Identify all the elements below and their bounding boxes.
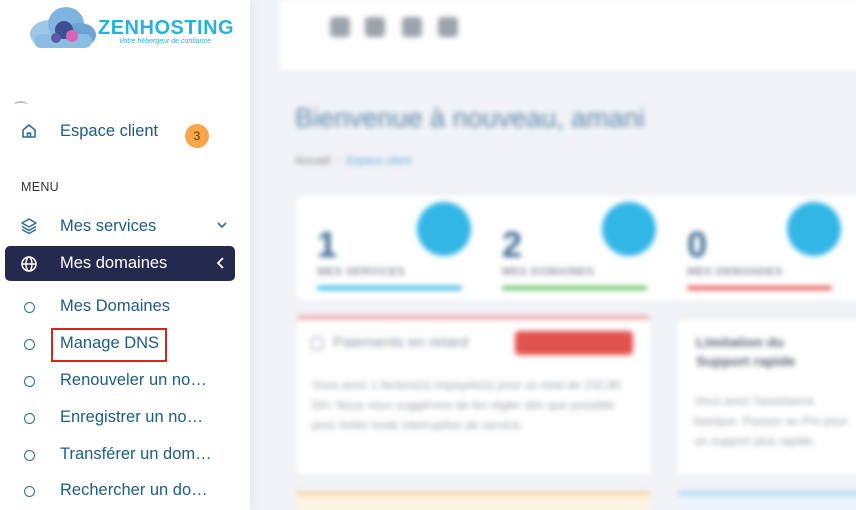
breadcrumb: Accueil › Espace client bbox=[295, 155, 412, 167]
stat-requests[interactable]: 0 MES DEMANDES bbox=[667, 196, 852, 300]
globe-icon bbox=[19, 254, 39, 274]
page-title: Bienvenue à nouveau, amani bbox=[295, 103, 645, 133]
tickets-icon bbox=[787, 202, 841, 256]
stat-value: 1 bbox=[317, 224, 338, 265]
submenu-item-label: Enregistrer un no… bbox=[60, 408, 204, 426]
selection-highlight bbox=[51, 328, 167, 362]
chevron-left-icon bbox=[216, 257, 224, 269]
notification-badge: 3 bbox=[185, 124, 209, 148]
sidebar-item-label: Mes services bbox=[60, 216, 157, 235]
submenu-item-mes-domaines[interactable]: Mes Domaines bbox=[0, 292, 250, 322]
grid-icon[interactable] bbox=[402, 17, 422, 37]
sidebar-item-mes-services[interactable]: Mes services bbox=[0, 209, 250, 243]
card-title: Paiements en retard bbox=[333, 334, 469, 351]
submenu-item-label: Transférer un dom… bbox=[60, 445, 212, 463]
stat-bar bbox=[317, 286, 462, 290]
brand-logo[interactable]: ZENHOSTING Votre hébergeur de confiance bbox=[26, 4, 241, 54]
stat-value: 0 bbox=[687, 224, 708, 265]
language-icon[interactable] bbox=[365, 17, 385, 37]
breadcrumb-home[interactable]: Accueil bbox=[295, 155, 330, 167]
domains-icon bbox=[602, 202, 656, 256]
stats-panel: 1 MES SERVICES 2 MES DOMAINES 0 MES DEMA… bbox=[297, 196, 856, 300]
submenu-item-rechercher[interactable]: Rechercher un do… bbox=[0, 476, 250, 506]
cart-icon[interactable] bbox=[330, 17, 350, 37]
sidebar-item-mes-domaines[interactable]: Mes domaines bbox=[5, 246, 235, 281]
circle-bullet-icon bbox=[24, 302, 35, 313]
sidebar-item-label: Espace client bbox=[60, 121, 159, 140]
submenu-item-label: Mes Domaines bbox=[60, 297, 171, 315]
card-bottom-right bbox=[678, 492, 856, 510]
card-text: Vous avez 1 facture(s) impayée(s) pour u… bbox=[312, 378, 621, 432]
circle-bullet-icon bbox=[24, 486, 35, 497]
chevron-down-icon bbox=[217, 222, 227, 229]
pay-now-button[interactable] bbox=[515, 331, 633, 355]
stat-domains[interactable]: 2 MES DOMAINES bbox=[482, 196, 667, 300]
services-icon bbox=[417, 202, 471, 256]
circle-bullet-icon bbox=[24, 413, 35, 424]
card-bottom-left bbox=[297, 492, 650, 510]
submenu-item-renouveler[interactable]: Renouveler un no… bbox=[0, 366, 250, 396]
sidebar-item-espace-client[interactable]: Espace client bbox=[0, 114, 250, 148]
main-content: Bienvenue à nouveau, amani Accueil › Espac… bbox=[250, 0, 856, 510]
home-icon bbox=[19, 121, 39, 141]
sidebar: ZENHOSTING Votre hébergeur de confiance … bbox=[0, 0, 250, 510]
top-bar bbox=[280, 0, 856, 72]
submenu-item-enregistrer[interactable]: Enregistrer un no… bbox=[0, 403, 250, 433]
submenu-item-label: Rechercher un do… bbox=[60, 481, 208, 499]
loading-indicator bbox=[14, 101, 28, 109]
breadcrumb-current: Espace client bbox=[346, 155, 412, 167]
circle-bullet-icon bbox=[24, 450, 35, 461]
submenu-item-label: Renouveler un no… bbox=[60, 371, 207, 389]
card-text: Vous avez l'assistance basique. Passez a… bbox=[694, 394, 849, 448]
brand-tagline: Votre hébergeur de confiance bbox=[119, 38, 211, 45]
stat-services[interactable]: 1 MES SERVICES bbox=[297, 196, 482, 300]
stat-value: 2 bbox=[502, 224, 523, 265]
support-card: Limitation du Support rapide Vous avez l… bbox=[678, 316, 856, 474]
stat-caption: MES SERVICES bbox=[317, 266, 406, 278]
circle-bullet-icon bbox=[24, 339, 35, 350]
card-title: Limitation du Support rapide bbox=[696, 334, 796, 369]
stat-caption: MES DEMANDES bbox=[687, 266, 783, 278]
menu-section-title: MENU bbox=[21, 180, 60, 194]
brand-name: ZENHOSTING bbox=[98, 17, 235, 39]
user-icon[interactable] bbox=[438, 17, 458, 37]
stat-caption: MES DOMAINES bbox=[502, 266, 595, 278]
cloud-logo-icon bbox=[30, 7, 96, 48]
circle-bullet-icon bbox=[24, 376, 35, 387]
sidebar-item-label: Mes domaines bbox=[60, 254, 168, 272]
calculator-icon bbox=[311, 337, 323, 350]
layers-icon bbox=[19, 216, 39, 236]
submenu-item-transferer[interactable]: Transférer un dom… bbox=[0, 440, 250, 470]
stat-bar bbox=[502, 286, 647, 290]
stat-bar bbox=[687, 286, 832, 290]
overdue-payments-card: Paiements en retard Vous avez 1 facture(… bbox=[297, 316, 650, 474]
